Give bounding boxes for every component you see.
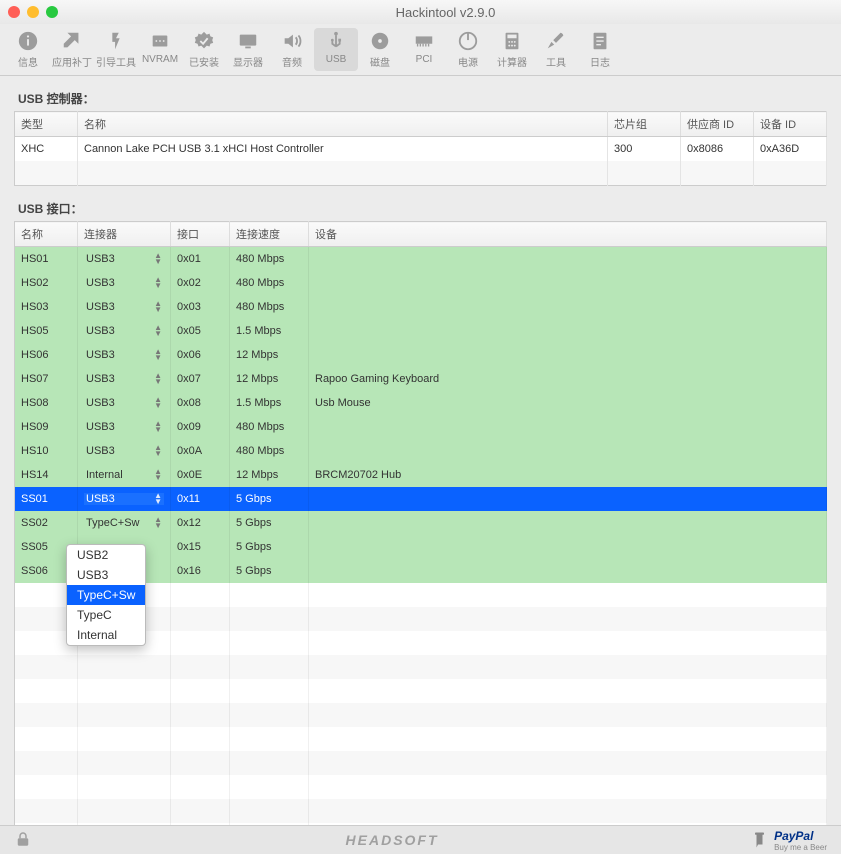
brand-label: HEADSOFT [32, 832, 752, 848]
connector-select[interactable]: USB3▲▼ [84, 277, 164, 289]
lock-icon[interactable] [14, 830, 32, 851]
toolbar-disk[interactable]: 磁盘 [358, 28, 402, 71]
toolbar-tools[interactable]: 工具 [534, 28, 578, 71]
col-chipset[interactable]: 芯片组 [608, 112, 681, 137]
close-window-button[interactable] [8, 6, 20, 18]
col-vendor[interactable]: 供应商 ID [681, 112, 754, 137]
footer: HEADSOFT PayPal Buy me a Beer [0, 825, 841, 854]
controller-row[interactable]: XHCCannon Lake PCH USB 3.1 xHCI Host Con… [15, 137, 827, 162]
empty-row [15, 751, 827, 775]
port-row[interactable]: HS02USB3▲▼0x02480 Mbps [15, 271, 827, 295]
connector-select[interactable]: TypeC+Sw▲▼ [84, 517, 164, 529]
toolbar-pci[interactable]: PCI [402, 28, 446, 71]
paypal-button[interactable]: PayPal Buy me a Beer [752, 829, 827, 852]
port-row[interactable]: HS09USB3▲▼0x09480 Mbps [15, 415, 827, 439]
toolbar-patch[interactable]: 应用补丁 [50, 28, 94, 71]
col-port-name[interactable]: 名称 [15, 222, 78, 247]
paypal-title: PayPal [774, 829, 813, 843]
connector-select[interactable]: USB3▲▼ [84, 301, 164, 313]
port-row[interactable]: HS14Internal▲▼0x0E12 MbpsBRCM20702 Hub [15, 463, 827, 487]
port-row[interactable]: HS07USB3▲▼0x0712 MbpsRapoo Gaming Keyboa… [15, 367, 827, 391]
toolbar-logs[interactable]: 日志 [578, 28, 622, 71]
port-row[interactable]: HS05USB3▲▼0x051.5 Mbps [15, 319, 827, 343]
empty-row [15, 655, 827, 679]
connector-select[interactable]: USB3▲▼ [84, 493, 164, 505]
dropdown-option[interactable]: Internal [67, 625, 145, 645]
toolbar-calc[interactable]: 计算器 [490, 28, 534, 71]
empty-row [15, 799, 827, 823]
main-toolbar: 信息应用补丁引导工具NVRAM已安装显示器音频USB磁盘PCI电源计算器工具日志 [0, 24, 841, 76]
connector-select[interactable]: USB3▲▼ [84, 445, 164, 457]
usb-controllers-label: USB 控制器： [18, 90, 827, 107]
usb-ports-label: USB 接口： [18, 200, 827, 217]
empty-row [15, 703, 827, 727]
toolbar-boot[interactable]: 引导工具 [94, 28, 138, 71]
connector-select[interactable]: USB3▲▼ [84, 421, 164, 433]
port-row[interactable]: HS01USB3▲▼0x01480 Mbps [15, 247, 827, 272]
empty-row [15, 679, 827, 703]
titlebar: Hackintool v2.9.0 [0, 0, 841, 24]
port-row[interactable]: HS06USB3▲▼0x0612 Mbps [15, 343, 827, 367]
empty-row [15, 727, 827, 751]
toolbar-installed[interactable]: 已安装 [182, 28, 226, 71]
connector-dropdown[interactable]: USB2USB3TypeC+SwTypeCInternal [66, 544, 146, 646]
dropdown-option[interactable]: USB3 [67, 565, 145, 585]
col-type[interactable]: 类型 [15, 112, 78, 137]
col-device[interactable]: 设备 [309, 222, 827, 247]
connector-select[interactable]: USB3▲▼ [84, 325, 164, 337]
dropdown-option[interactable]: USB2 [67, 545, 145, 565]
empty-row [15, 823, 827, 825]
empty-row [15, 775, 827, 799]
connector-select[interactable]: USB3▲▼ [84, 397, 164, 409]
toolbar-info[interactable]: 信息 [6, 28, 50, 71]
dropdown-option[interactable]: TypeC+Sw [67, 585, 145, 605]
col-device[interactable]: 设备 ID [754, 112, 827, 137]
port-row[interactable]: HS08USB3▲▼0x081.5 MbpsUsb Mouse [15, 391, 827, 415]
col-name[interactable]: 名称 [78, 112, 608, 137]
toolbar-sound[interactable]: 音频 [270, 28, 314, 71]
connector-select[interactable]: USB3▲▼ [84, 349, 164, 361]
toolbar-nvram[interactable]: NVRAM [138, 28, 182, 71]
toolbar-power[interactable]: 电源 [446, 28, 490, 71]
col-speed[interactable]: 连接速度 [230, 222, 309, 247]
minimize-window-button[interactable] [27, 6, 39, 18]
col-port[interactable]: 接口 [171, 222, 230, 247]
connector-select[interactable]: USB3▲▼ [84, 253, 164, 265]
window-title: Hackintool v2.9.0 [58, 5, 833, 20]
port-row[interactable]: SS02TypeC+Sw▲▼0x125 Gbps [15, 511, 827, 535]
port-row[interactable]: SS01USB3▲▼0x115 Gbps [15, 487, 827, 511]
port-row[interactable]: HS03USB3▲▼0x03480 Mbps [15, 295, 827, 319]
connector-select[interactable]: USB3▲▼ [84, 373, 164, 385]
toolbar-display[interactable]: 显示器 [226, 28, 270, 71]
zoom-window-button[interactable] [46, 6, 58, 18]
dropdown-option[interactable]: TypeC [67, 605, 145, 625]
usb-controllers-table: 类型 名称 芯片组 供应商 ID 设备 ID XHCCannon Lake PC… [14, 111, 827, 186]
paypal-sub: Buy me a Beer [774, 843, 827, 852]
connector-select[interactable]: Internal▲▼ [84, 469, 164, 481]
port-row[interactable]: HS10USB3▲▼0x0A480 Mbps [15, 439, 827, 463]
usb-ports-table: 名称 连接器 接口 连接速度 设备 HS01USB3▲▼0x01480 Mbps… [14, 221, 827, 825]
col-connector[interactable]: 连接器 [78, 222, 171, 247]
toolbar-usb[interactable]: USB [314, 28, 358, 71]
